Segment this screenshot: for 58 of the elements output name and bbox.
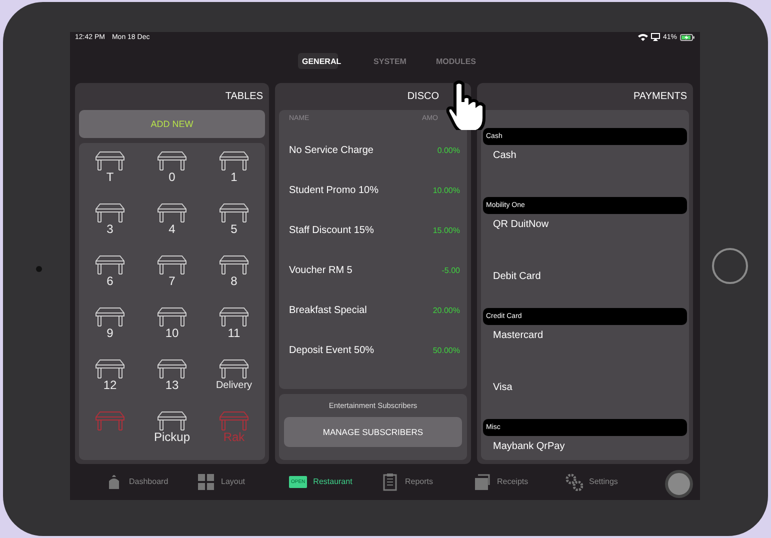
- panel-title: PAYMENTS: [632, 90, 688, 104]
- payment-method[interactable]: Maybank QrPay: [483, 436, 687, 460]
- tab[interactable]: SYSTEM: [364, 52, 416, 69]
- table-label: 5: [230, 222, 238, 236]
- payment-method[interactable]: Mastercard: [483, 324, 687, 377]
- table-label: T: [106, 170, 114, 184]
- payment-method[interactable]: Debit Card: [483, 266, 687, 308]
- manage-subscribers-button[interactable]: MANAGE SUBSCRIBERS: [284, 416, 462, 447]
- hand-cursor-icon: [444, 80, 486, 130]
- home-button[interactable]: [712, 248, 748, 284]
- discount-name[interactable]: Voucher RM 5: [289, 265, 352, 276]
- table-label: 11: [228, 326, 240, 340]
- discount-amount: 20.00%: [432, 306, 460, 316]
- nav-item[interactable]: Receipts: [473, 472, 565, 491]
- nav-item[interactable]: Reports: [381, 472, 473, 491]
- floating-button[interactable]: [665, 470, 693, 498]
- payment-method[interactable]: Cash: [483, 144, 687, 197]
- discount-name[interactable]: No Service Charge: [289, 145, 374, 156]
- discount-name[interactable]: Student Promo 10%: [289, 185, 378, 196]
- table-label: Pickup: [154, 430, 190, 444]
- discount-amount: 0.00%: [437, 146, 460, 156]
- wifi-icon: [638, 33, 648, 42]
- discount-amount: 10.00%: [432, 186, 460, 196]
- discount-name[interactable]: Staff Discount 15%: [289, 225, 374, 236]
- nav-item[interactable]: Dashboard: [105, 472, 197, 491]
- settings-icon: [565, 472, 583, 491]
- table-label: 12: [103, 378, 117, 392]
- battery-icon: [680, 34, 695, 41]
- payment-method[interactable]: QR DuitNow: [483, 214, 687, 266]
- table-label: 10: [165, 326, 179, 340]
- discount-amount: 15.00%: [432, 226, 460, 236]
- grid-icon: [197, 472, 215, 491]
- table-label: 9: [106, 326, 114, 340]
- discount-amount: 50.00%: [432, 346, 460, 356]
- discount-amount: -5.00: [442, 266, 460, 276]
- table-label: 6: [106, 274, 114, 288]
- receipt-icon: [473, 472, 491, 491]
- add-new-button[interactable]: ADD NEW: [79, 110, 265, 138]
- clipboard-icon: [381, 472, 399, 491]
- table-label: 0: [168, 170, 176, 184]
- table-label: Rak: [223, 430, 245, 444]
- table-label: Delivery: [216, 378, 252, 392]
- tab[interactable]: MODULES: [430, 52, 482, 69]
- discount-name[interactable]: Breakfast Special: [289, 305, 367, 316]
- camera-icon: [36, 266, 42, 272]
- table-label: 7: [168, 274, 176, 288]
- nav-item[interactable]: Settings: [565, 472, 657, 491]
- panel-title: TABLES: [224, 90, 264, 104]
- table-label: 8: [230, 274, 238, 288]
- table-label: 4: [168, 222, 176, 236]
- table-label: 13: [165, 378, 179, 392]
- table-label: 3: [106, 222, 114, 236]
- payment-method[interactable]: Visa: [483, 376, 687, 419]
- panel-title: DISCO: [406, 90, 440, 104]
- discount-name[interactable]: Deposit Event 50%: [289, 345, 374, 356]
- nav-item[interactable]: Layout: [197, 472, 289, 491]
- screen-mirroring-icon: [650, 33, 660, 42]
- table-label: 1: [230, 170, 238, 184]
